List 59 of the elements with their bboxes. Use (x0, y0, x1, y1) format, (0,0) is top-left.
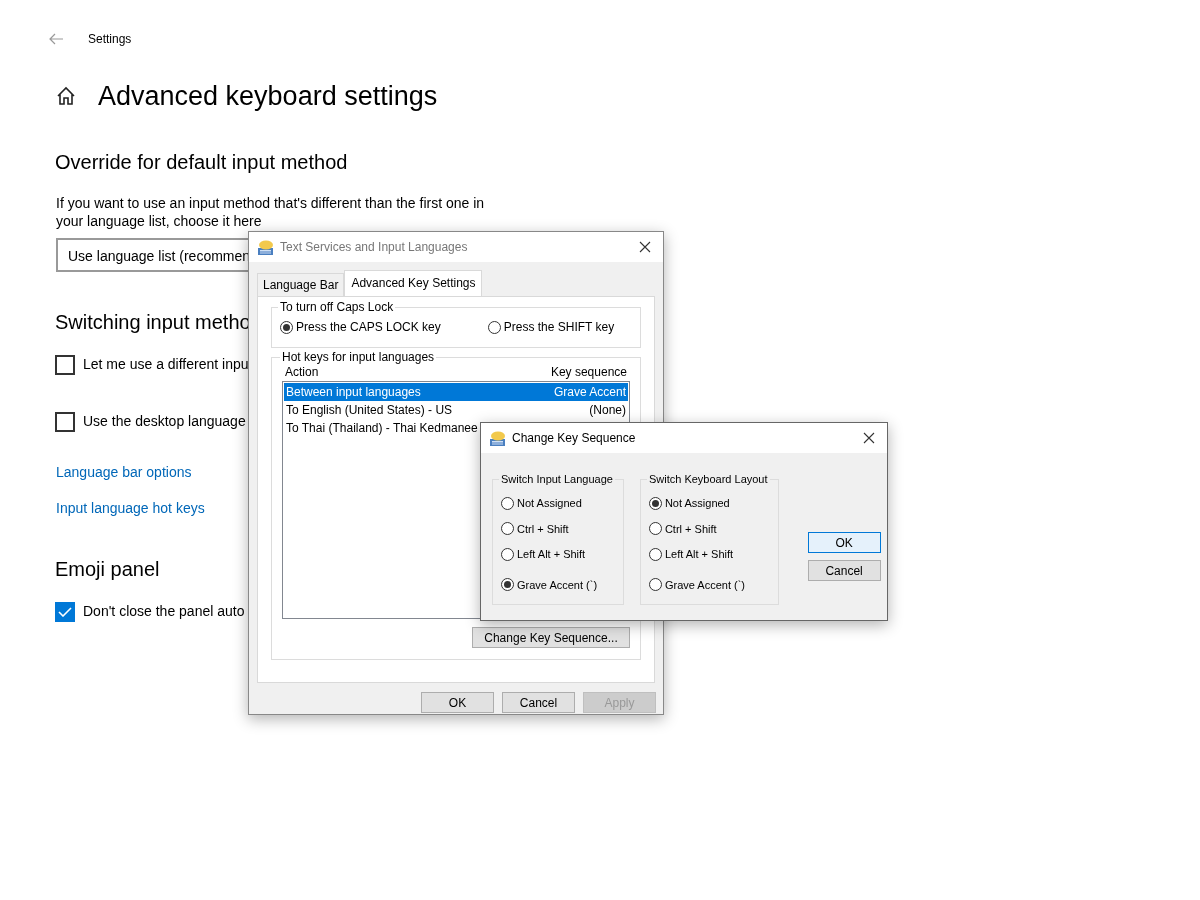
action-text: Between input languages (286, 384, 421, 400)
description-text: If you want to use an input method that's different than the first one in your language list, choose it here (56, 194, 486, 231)
dialog-button[interactable]: Cancel (807, 560, 881, 581)
radio-button[interactable] (648, 578, 662, 592)
checkbox[interactable] (55, 601, 75, 622)
radio-label: Ctrl + Shift (664, 521, 717, 537)
close-icon (863, 432, 875, 444)
radio-label: Left Alt + Shift (517, 547, 586, 562)
keyboard-icon (257, 238, 274, 256)
radio-button[interactable] (501, 496, 514, 510)
group-label: Switch Input Language (499, 472, 615, 486)
keyboard-icon (489, 429, 506, 447)
check-icon (58, 606, 72, 617)
radio-label: Not Assigned (517, 496, 582, 511)
radio-button[interactable] (501, 522, 514, 536)
dialog-button[interactable]: Cancel (502, 692, 575, 713)
hotkey-row[interactable]: To English (United States) - US (None) (284, 401, 628, 419)
change-key-sequence-button[interactable]: Change Key Sequence... (472, 627, 630, 648)
dialog-title: Change Key Sequence (512, 430, 636, 447)
close-icon (639, 241, 651, 253)
group-label: Hot keys for input languages (280, 350, 437, 364)
radio-button[interactable] (648, 496, 662, 510)
radio-label: Grave Accent (`) (517, 577, 598, 593)
column-header: Key sequence (550, 365, 627, 379)
radio-label: Left Alt + Shift (664, 547, 734, 562)
action-text: To Thai (Thailand) - Thai Kedmanee (286, 420, 478, 436)
hotkey-row[interactable]: Between input languages Grave Accent (284, 383, 628, 401)
radio-button[interactable] (648, 522, 662, 536)
page-title: Advanced keyboard settings (98, 80, 438, 113)
checkbox-label: Use the desktop language (83, 412, 246, 432)
checkbox-label: Let me use a different inpu (83, 355, 249, 375)
radio-label: Not Assigned (664, 496, 730, 511)
radio-label: Press the CAPS LOCK key (296, 319, 441, 336)
key-sequence-text: (None) (589, 402, 626, 418)
action-text: To English (United States) - US (286, 402, 453, 418)
radio-label: Press the SHIFT key (503, 319, 615, 336)
tab[interactable]: Advanced Key Settings (344, 270, 483, 296)
app-title: Settings (88, 31, 132, 48)
radio-button[interactable] (501, 547, 514, 561)
dialog-button[interactable]: OK (421, 692, 494, 713)
dialog-button[interactable]: OK (807, 532, 881, 553)
checkbox[interactable] (55, 411, 75, 432)
checkbox[interactable] (55, 354, 75, 375)
radio-label: Ctrl + Shift (517, 521, 569, 537)
key-sequence-text: Grave Accent (553, 384, 626, 400)
section-heading: Override for default input method (55, 150, 348, 175)
column-header: Action (285, 365, 319, 379)
radio-button[interactable] (501, 578, 514, 592)
group-label: To turn off Caps Lock (278, 300, 396, 314)
checkbox-label: Don't close the panel auto (83, 602, 245, 622)
back-icon[interactable] (48, 33, 64, 45)
radio-button[interactable] (487, 320, 501, 334)
radio-button[interactable] (648, 547, 662, 561)
tab[interactable]: Language Bar (257, 273, 345, 296)
radio-button[interactable] (280, 320, 293, 334)
radio-label: Grave Accent (`) (664, 577, 745, 593)
section-heading: Emoji panel (55, 557, 160, 582)
group-label: Switch Keyboard Layout (646, 472, 770, 486)
home-icon[interactable] (56, 86, 76, 107)
